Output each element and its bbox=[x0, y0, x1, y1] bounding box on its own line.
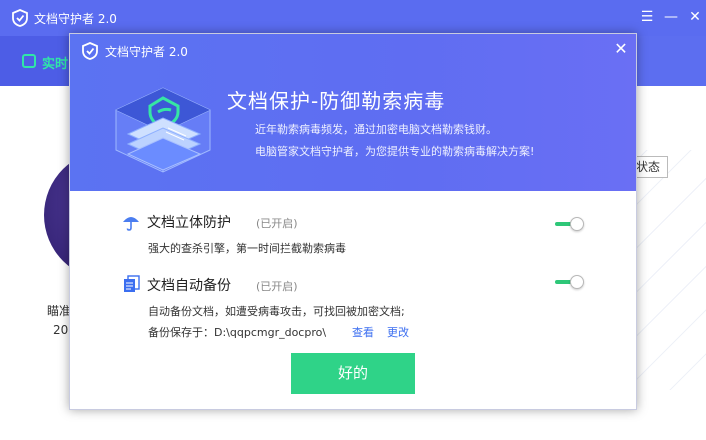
minimize-icon[interactable]: — bbox=[660, 6, 682, 28]
shield-tab-icon bbox=[22, 54, 36, 68]
backup-toggle[interactable] bbox=[555, 275, 585, 289]
feature-title-backup: 文档自动备份 bbox=[147, 278, 231, 294]
dialog-header: 文档守护者 2.0 ✕ 文档保护-防御勒索病毒 近年勒索病毒频发，通过加密电脑文… bbox=[70, 34, 636, 191]
menu-icon[interactable]: ☰ bbox=[636, 6, 658, 28]
document-stack-illustration bbox=[115, 87, 211, 173]
dialog-description-2: 电脑管家文档守护者，为您提供专业的勒索病毒解决方案! bbox=[255, 145, 535, 158]
documents-icon bbox=[124, 275, 140, 292]
shield-logo-icon bbox=[12, 9, 28, 27]
partial-value: 20 bbox=[53, 323, 69, 337]
doc-guard-dialog: 文档守护者 2.0 ✕ 文档保护-防御勒索病毒 近年勒索病毒频发，通过加密电脑文… bbox=[69, 33, 637, 410]
partial-label: 瞄准 bbox=[47, 304, 72, 318]
main-titlebar: 文档守护者 2.0 ☰ — ✕ bbox=[0, 0, 706, 36]
shield-logo-icon bbox=[82, 42, 98, 60]
umbrella-icon bbox=[123, 217, 139, 231]
feature-status-backup: (已开启) bbox=[256, 280, 298, 293]
feature-desc-protection: 强大的查杀引擎，第一时间拦截勒索病毒 bbox=[148, 242, 346, 255]
feature-desc-backup: 自动备份文档，如遭受病毒攻击，可找回被加密文档; bbox=[148, 305, 405, 318]
close-icon[interactable]: ✕ bbox=[611, 39, 631, 59]
ok-button[interactable]: 好的 bbox=[291, 353, 415, 394]
dialog-description-1: 近年勒索病毒频发，通过加密电脑文档勒索钱财。 bbox=[255, 123, 497, 136]
dialog-title: 文档守护者 2.0 bbox=[105, 45, 188, 59]
dialog-heading: 文档保护-防御勒索病毒 bbox=[227, 89, 446, 113]
app-title: 文档守护者 2.0 bbox=[34, 12, 117, 26]
change-path-link[interactable]: 更改 bbox=[387, 324, 409, 340]
nav-tab-label: 实时 bbox=[42, 57, 69, 72]
feature-title-protection: 文档立体防护 bbox=[147, 215, 231, 231]
protection-toggle[interactable] bbox=[555, 217, 585, 231]
backup-path-label: 备份保存于：D:\qqpcmgr_docpro\ bbox=[148, 326, 327, 339]
view-backup-link[interactable]: 查看 bbox=[352, 324, 374, 340]
close-icon[interactable]: ✕ bbox=[684, 6, 706, 28]
feature-status-protection: (已开启) bbox=[256, 217, 298, 230]
